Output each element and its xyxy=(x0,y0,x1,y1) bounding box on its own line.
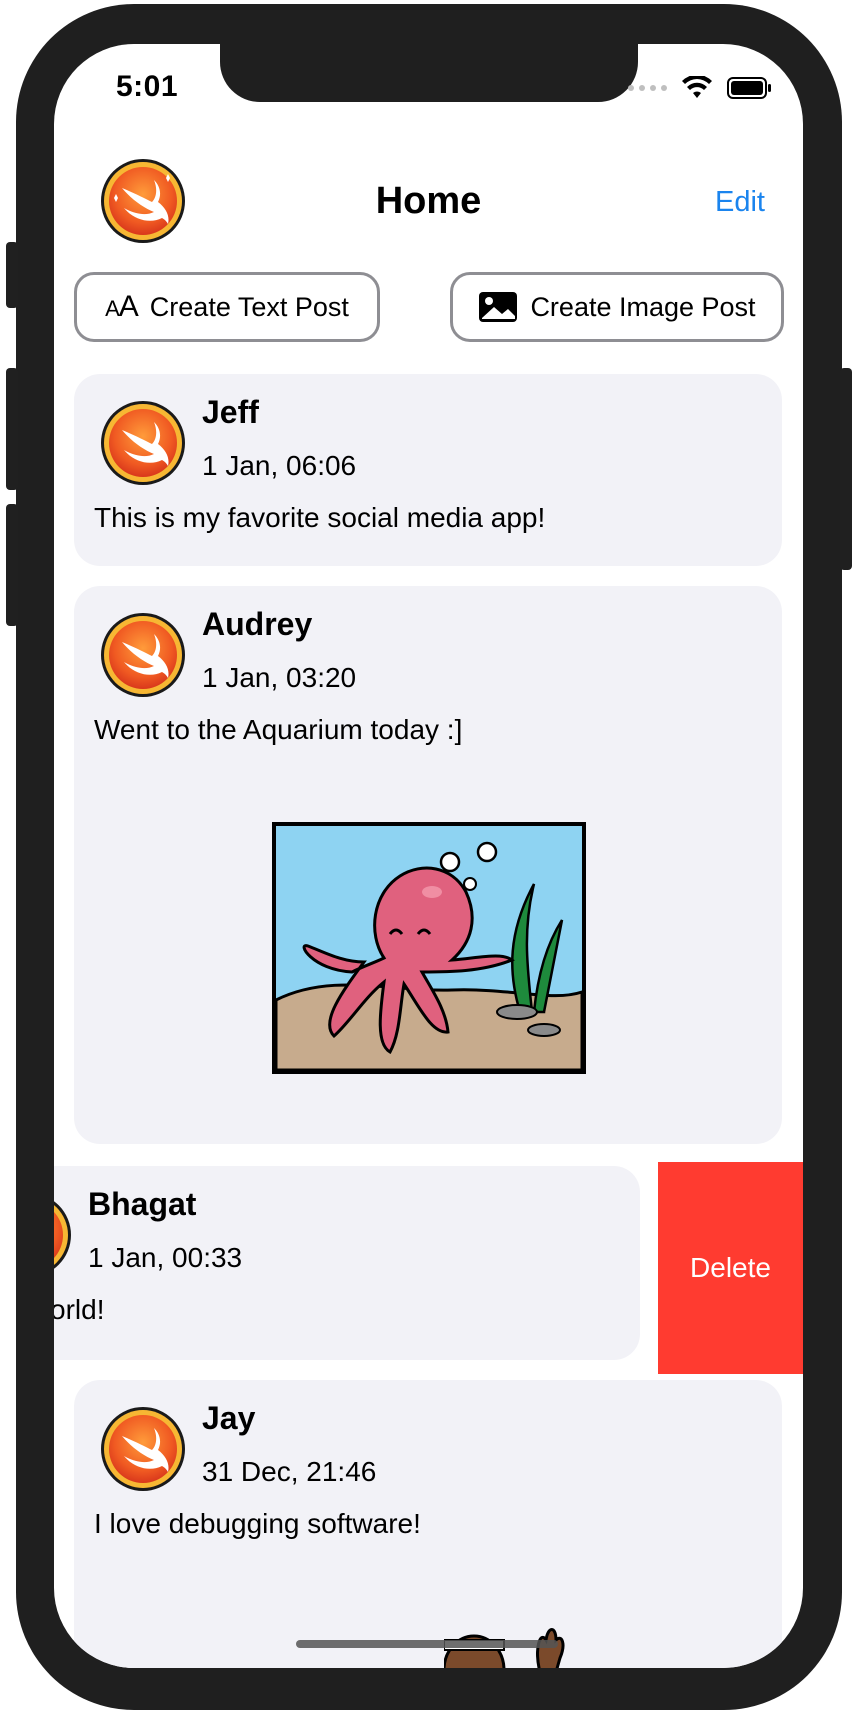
swift-logo-icon xyxy=(101,613,185,697)
post-text: I love debugging software! xyxy=(94,1508,421,1539)
author-avatar xyxy=(54,1192,72,1278)
author-avatar xyxy=(100,400,186,486)
volume-down-button xyxy=(6,504,18,626)
status-time: 5:01 xyxy=(116,70,179,103)
edit-button[interactable]: Edit xyxy=(715,186,765,219)
power-button xyxy=(840,368,852,570)
page-title: Home xyxy=(375,180,482,222)
swift-logo-icon xyxy=(54,1201,71,1269)
post-date: 31 Dec, 21:46 xyxy=(202,1456,377,1487)
wifi-icon xyxy=(682,76,712,98)
debugging-image xyxy=(444,1628,565,1668)
battery-icon xyxy=(727,77,771,99)
ringer-switch xyxy=(6,242,18,308)
post-author: Jay xyxy=(202,1400,256,1436)
cellular-icon xyxy=(628,85,667,91)
post-author: Jeff xyxy=(202,394,259,430)
create-image-post-button[interactable]: Create Image Post xyxy=(450,272,784,342)
create-text-post-button[interactable]: AA Create Text Post xyxy=(74,272,380,342)
swift-logo-icon xyxy=(101,401,185,485)
post-author: Bhagat xyxy=(88,1186,197,1222)
photo-icon xyxy=(479,292,518,322)
post-text: Went to the Aquarium today :] xyxy=(94,714,463,745)
create-text-post-label: Create Text Post xyxy=(149,291,349,322)
status-icons xyxy=(628,76,773,100)
post-date: 1 Jan, 06:06 xyxy=(202,450,357,481)
post-text: This is my favorite social media app! xyxy=(94,502,546,533)
notch xyxy=(220,44,638,102)
octopus-image xyxy=(272,822,586,1074)
app-screen: 5:01 Home Edit AA Create Text Post Creat… xyxy=(54,44,803,1668)
delete-swipe-button[interactable]: Delete xyxy=(658,1162,803,1374)
create-image-post-label: Create Image Post xyxy=(530,291,756,322)
text-size-icon: AA xyxy=(105,290,139,323)
home-indicator xyxy=(296,1640,558,1648)
post-card[interactable]: Audrey 1 Jan, 03:20 Went to the Aquarium… xyxy=(74,586,782,1144)
swift-logo-icon xyxy=(101,1407,185,1491)
post-date: 1 Jan, 03:20 xyxy=(202,662,357,693)
post-card[interactable]: Jeff 1 Jan, 06:06 This is my favorite so… xyxy=(74,374,782,566)
volume-up-button xyxy=(6,368,18,490)
post-card[interactable]: Jay 31 Dec, 21:46 I love debugging softw… xyxy=(74,1380,782,1668)
post-author: Audrey xyxy=(202,606,313,642)
post-card[interactable]: Bhagat 1 Jan, 00:33 orld! xyxy=(54,1166,640,1360)
author-avatar xyxy=(100,1406,186,1492)
post-text: orld! xyxy=(54,1294,105,1325)
delete-label: Delete xyxy=(690,1252,771,1283)
author-avatar xyxy=(100,612,186,698)
post-date: 1 Jan, 00:33 xyxy=(88,1242,243,1273)
